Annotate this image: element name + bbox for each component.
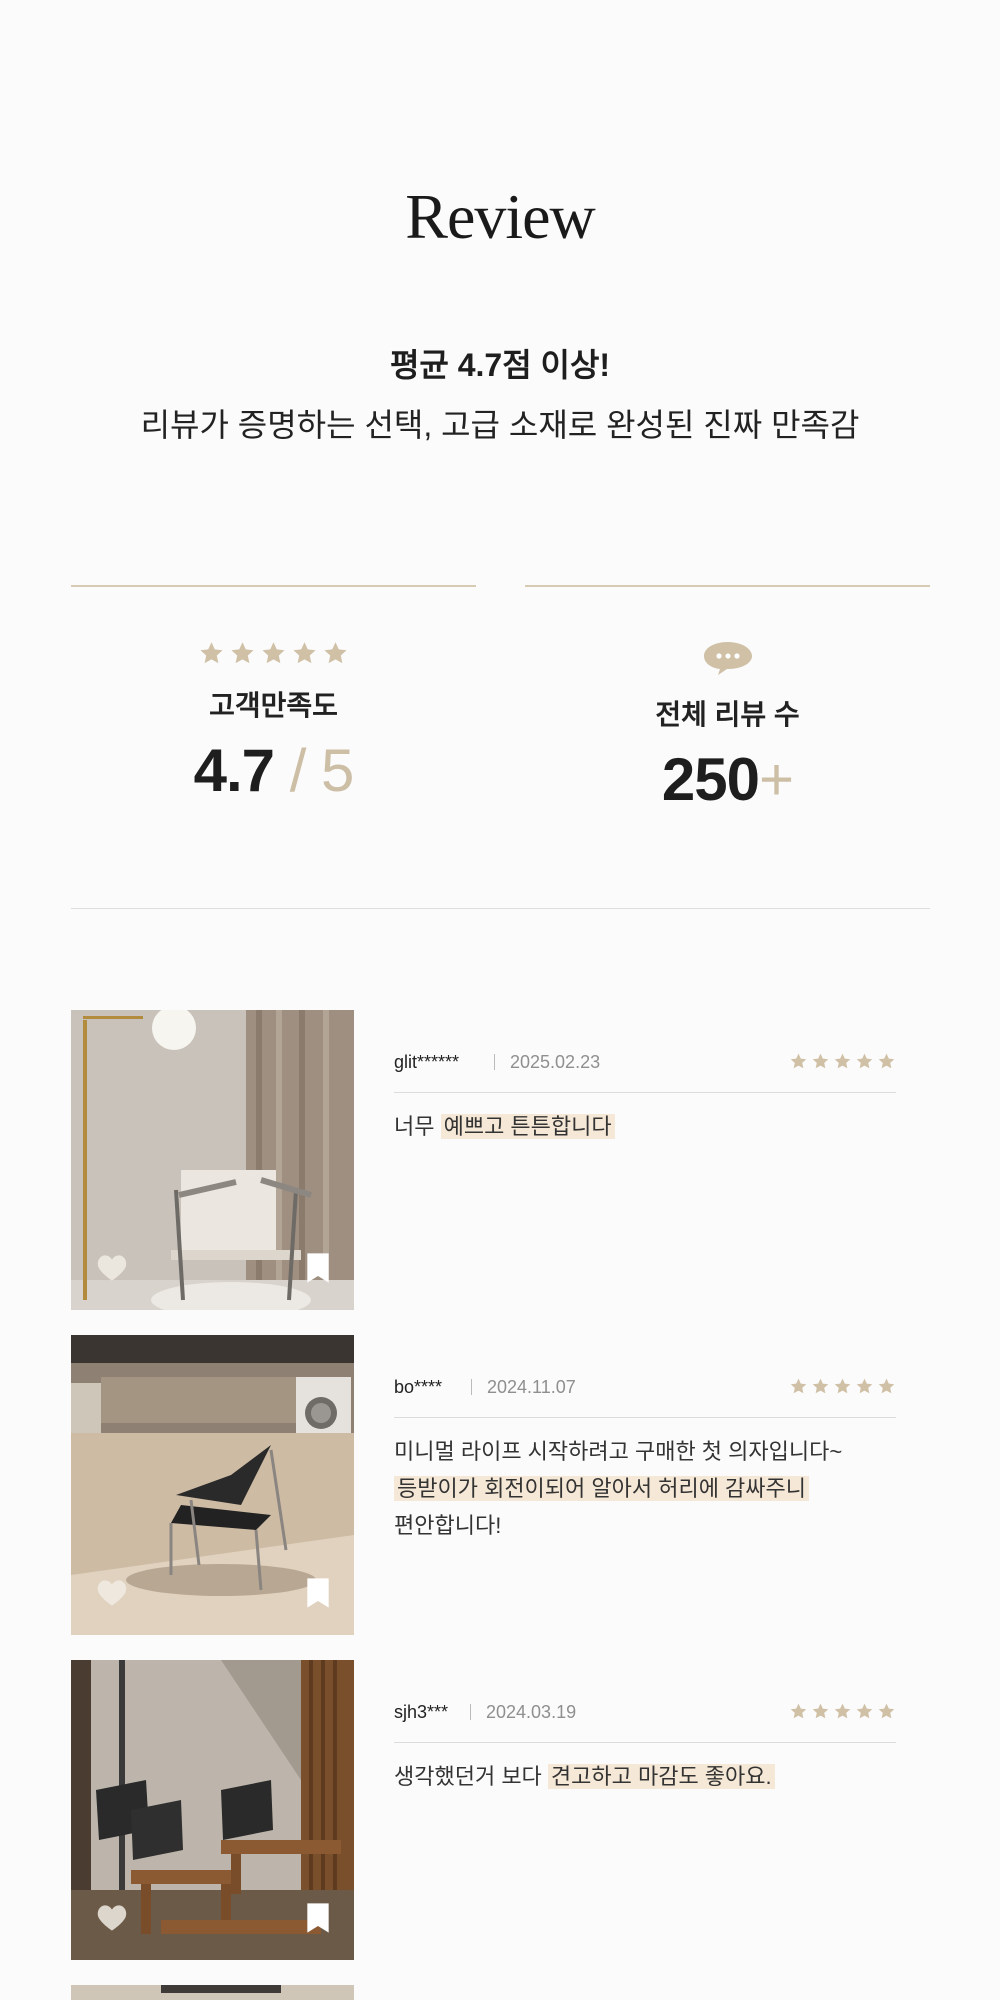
review-photo[interactable] [71, 1335, 354, 1635]
star-rating-icon [198, 640, 349, 667]
bookmark-icon[interactable] [306, 1902, 330, 1934]
satisfaction-score: 4.7 / 5 [71, 736, 476, 805]
rating-subline: 리뷰가 증명하는 선택, 고급 소재로 완성된 진짜 만족감 [140, 407, 860, 443]
review-date: 2024.11.07 [487, 1377, 576, 1397]
review-text-highlight: 예쁘고 튼튼합니다 [440, 1114, 615, 1139]
meta-separator [470, 1704, 471, 1720]
review-text: 미니멀 라이프 시작하려고 구매한 첫 의자입니다~ 등받이가 회전이되어 알아… [394, 1433, 914, 1544]
heart-icon[interactable] [95, 1252, 129, 1282]
review-rating-stars [789, 1377, 896, 1396]
review-text-plain: 너무 [394, 1114, 441, 1139]
satisfaction-label: 고객만족도 [209, 690, 338, 721]
review-date: 2024.03.19 [486, 1702, 577, 1722]
page-title: Review [405, 181, 596, 252]
review-rating-stars [789, 1052, 896, 1071]
review-text-plain: 편안합니다! [394, 1513, 502, 1538]
meta-separator [471, 1379, 472, 1395]
chair-photo-image [71, 1985, 354, 2000]
review-username: glit****** [394, 1052, 460, 1072]
meta-separator [494, 1054, 495, 1070]
score-max: / 5 [289, 737, 355, 804]
divider-left [71, 585, 476, 587]
review-count-value: 250+ [525, 745, 930, 814]
review-meta: glit****** 2025.02.23 [394, 1052, 896, 1093]
score-value: 4.7 [193, 737, 275, 804]
review-text-plain: 생각했던거 보다 [394, 1764, 548, 1789]
heart-icon[interactable] [95, 1902, 129, 1932]
review-card[interactable]: sjh3*** 2024.03.19 생각했던거 보다 견고하고 마감도 좋아요… [71, 1660, 931, 1960]
satisfaction-stat: 고객만족도 4.7 / 5 [71, 640, 476, 805]
review-count-suffix: + [759, 746, 794, 813]
rating-headline: 평균 4.7점 이상! [389, 347, 611, 383]
bookmark-icon[interactable] [306, 1577, 330, 1609]
divider-right [525, 585, 930, 587]
review-text-plain: 미니멀 라이프 시작하려고 구매한 첫 의자입니다~ [394, 1439, 843, 1464]
review-text: 너무 예쁘고 튼튼합니다 [394, 1108, 914, 1145]
review-photo-partial[interactable] [71, 1985, 354, 2000]
review-card[interactable]: bo**** 2024.11.07 미니멀 라이프 시작하려고 구매한 첫 의자… [71, 1335, 931, 1635]
chat-bubble-icon [703, 642, 752, 675]
stats-divider [71, 908, 930, 909]
review-photo[interactable] [71, 1660, 354, 1960]
review-count-stat: 전체 리뷰 수 250+ [525, 640, 930, 814]
review-rating-stars [789, 1702, 896, 1721]
review-card[interactable]: glit****** 2025.02.23 너무 예쁘고 튼튼합니다 [71, 1010, 931, 1310]
review-meta: sjh3*** 2024.03.19 [394, 1702, 896, 1743]
review-username: bo**** [394, 1377, 443, 1397]
heart-icon[interactable] [95, 1577, 129, 1607]
review-photo[interactable] [71, 1010, 354, 1310]
bookmark-icon[interactable] [306, 1252, 330, 1284]
review-count: 250 [661, 746, 760, 813]
review-count-label: 전체 리뷰 수 [655, 699, 800, 730]
review-text-highlight: 견고하고 마감도 좋아요. [547, 1764, 775, 1789]
review-date: 2025.02.23 [510, 1052, 601, 1072]
review-text-highlight: 등받이가 회전이되어 알아서 허리에 감싸주니 [394, 1476, 810, 1501]
review-username: sjh3*** [394, 1702, 449, 1722]
review-meta: bo**** 2024.11.07 [394, 1377, 896, 1418]
review-text: 생각했던거 보다 견고하고 마감도 좋아요. [394, 1758, 914, 1795]
